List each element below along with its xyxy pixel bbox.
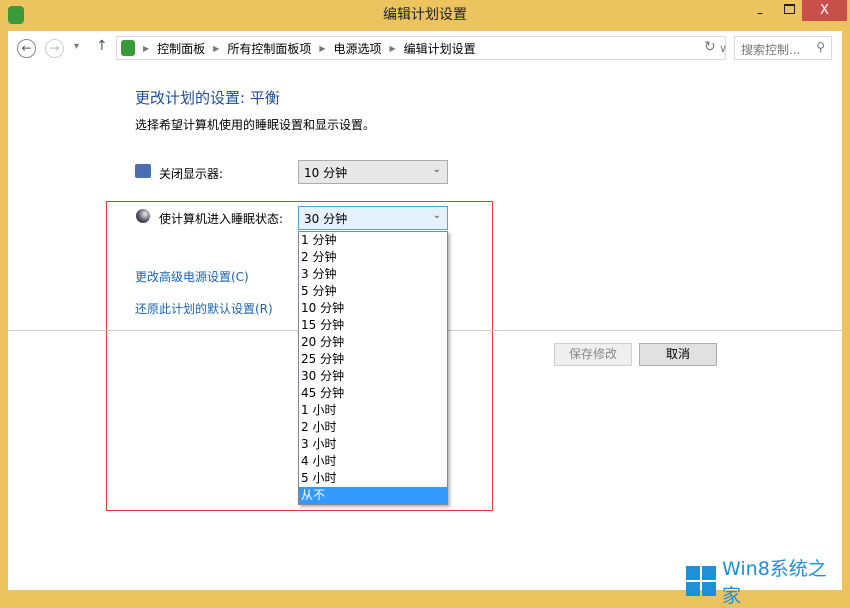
search-placeholder: 搜索控制... xyxy=(741,43,801,57)
dropdown-option[interactable]: 3 小时 xyxy=(299,436,447,453)
dropdown-option[interactable]: 5 分钟 xyxy=(299,283,447,300)
chevron-down-icon: ⌄ xyxy=(432,164,441,175)
sleep-value: 30 分钟 xyxy=(304,212,348,226)
dropdown-option[interactable]: 1 分钟 xyxy=(299,232,447,249)
chevron-down-icon: ⌄ xyxy=(432,210,441,221)
dropdown-option[interactable]: 15 分钟 xyxy=(299,317,447,334)
restore-defaults-link[interactable]: 还原此计划的默认设置(R) xyxy=(135,300,273,317)
recent-locations-button[interactable]: ▾ xyxy=(74,41,79,52)
page-subtitle: 选择希望计算机使用的睡眠设置和显示设置。 xyxy=(135,118,376,132)
dropdown-option[interactable]: 25 分钟 xyxy=(299,351,447,368)
dropdown-option[interactable]: 4 小时 xyxy=(299,453,447,470)
dropdown-option[interactable]: 45 分钟 xyxy=(299,385,447,402)
close-button[interactable]: X xyxy=(802,0,847,21)
display-off-label: 关闭显示器: xyxy=(159,167,224,181)
display-off-select[interactable]: 10 分钟 ⌄ xyxy=(298,160,448,184)
windows-logo-icon xyxy=(686,566,716,596)
dropdown-option[interactable]: 10 分钟 xyxy=(299,300,447,317)
page-title: 更改计划的设置: 平衡 xyxy=(135,89,280,107)
search-input[interactable]: 搜索控制... ⚲ xyxy=(734,36,832,60)
monitor-clock-icon xyxy=(135,164,151,178)
dropdown-option[interactable]: 3 分钟 xyxy=(299,266,447,283)
maximize-button[interactable] xyxy=(784,4,795,14)
up-button[interactable]: ↑ xyxy=(96,38,108,54)
breadcrumb-item[interactable]: 控制面板 xyxy=(157,40,205,57)
refresh-button[interactable]: ↻ xyxy=(704,39,716,55)
back-button[interactable]: ← xyxy=(17,39,36,58)
cancel-button[interactable]: 取消 xyxy=(639,343,717,366)
sleep-label: 使计算机进入睡眠状态: xyxy=(159,212,284,226)
watermark-logo: Win8系统之家 xyxy=(686,554,842,608)
search-icon: ⚲ xyxy=(816,40,825,54)
dropdown-option[interactable]: 30 分钟 xyxy=(299,368,447,385)
advanced-power-settings-link[interactable]: 更改高级电源设置(C) xyxy=(135,268,249,285)
watermark-text: Win8系统之家 xyxy=(722,558,827,607)
dropdown-option-highlighted[interactable]: 从不 xyxy=(299,487,447,504)
control-panel-icon xyxy=(121,40,135,56)
dropdown-option[interactable]: 1 小时 xyxy=(299,402,447,419)
dropdown-option[interactable]: 2 分钟 xyxy=(299,249,447,266)
address-bar[interactable]: ▶ 控制面板 ▶ 所有控制面板项 ▶ 电源选项 ▶ 编辑计划设置 ∨ xyxy=(116,36,727,60)
breadcrumb-item[interactable]: 所有控制面板项 xyxy=(227,40,311,57)
dropdown-option[interactable]: 2 小时 xyxy=(299,419,447,436)
minimize-button[interactable]: – xyxy=(757,6,763,20)
sleep-moon-icon xyxy=(136,209,150,223)
save-changes-button[interactable]: 保存修改 xyxy=(554,343,632,366)
display-off-value: 10 分钟 xyxy=(304,166,348,180)
breadcrumb-item[interactable]: 电源选项 xyxy=(334,40,382,57)
breadcrumb-item[interactable]: 编辑计划设置 xyxy=(404,40,476,57)
dropdown-option[interactable]: 20 分钟 xyxy=(299,334,447,351)
address-dropdown-button[interactable]: ∨ xyxy=(719,42,727,55)
window-title: 编辑计划设置 xyxy=(383,7,467,23)
sleep-select[interactable]: 30 分钟 ⌄ xyxy=(298,206,448,230)
dropdown-option[interactable]: 5 小时 xyxy=(299,470,447,487)
window-content: ← → ▾ ↑ ▶ 控制面板 ▶ 所有控制面板项 ▶ 电源选项 ▶ 编辑计划设置 ∨ ↻… xyxy=(8,31,842,607)
sleep-dropdown-list: 1 分钟 2 分钟 3 分钟 5 分钟 10 分钟 15 分钟 20 分钟 25… xyxy=(298,231,448,505)
forward-button[interactable]: → xyxy=(45,39,64,58)
